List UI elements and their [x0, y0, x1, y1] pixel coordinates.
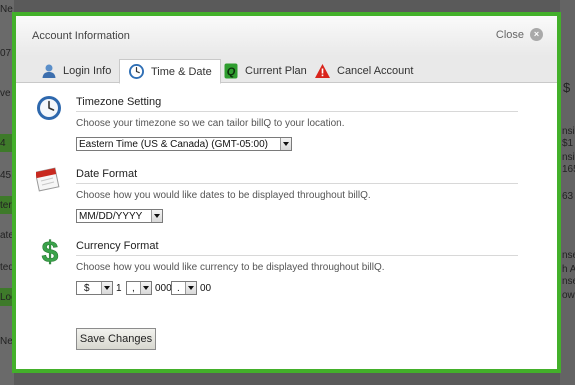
background-text: $: [563, 80, 571, 95]
currency-symbol-select[interactable]: $: [76, 281, 113, 295]
tab-label: Current Plan: [245, 65, 307, 77]
background-right-column: $ nsiv $1 nsiv 165 63 nse h A nse ow: [560, 0, 575, 385]
tab-login-info[interactable]: Login Info: [32, 59, 119, 83]
background-text: 45: [0, 170, 12, 181]
svg-text:$: $: [42, 236, 59, 268]
clock-icon: [128, 63, 145, 80]
background-text: ve: [0, 88, 11, 99]
section-title: Currency Format: [76, 240, 159, 252]
dollar-icon: $: [40, 236, 66, 270]
close-icon[interactable]: ×: [530, 28, 543, 41]
background-text: h A: [562, 264, 575, 275]
background-text: nsiv: [562, 152, 575, 163]
user-icon: [40, 63, 57, 80]
background-text: ter: [0, 200, 12, 211]
currency-sample-cents: 00: [200, 283, 212, 294]
tab-current-plan[interactable]: Q Current Plan: [214, 59, 315, 83]
section-divider: [76, 111, 518, 112]
background-text: 07: [0, 48, 12, 59]
dialog-title: Account Information: [32, 30, 130, 42]
thousands-separator-select[interactable]: ,: [126, 281, 152, 295]
background-text: Ne: [0, 4, 13, 15]
select-value: Eastern Time (US & Canada) (GMT-05:00): [79, 138, 268, 150]
billq-logo-icon: Q: [222, 63, 239, 80]
chevron-down-icon: [151, 210, 162, 222]
currency-sample-thousands: 000: [155, 283, 172, 294]
select-value: $: [84, 282, 90, 294]
select-value: .: [177, 282, 180, 294]
tab-label: Time & Date: [151, 65, 212, 78]
svg-text:Q: Q: [226, 66, 235, 78]
background-text: Ne: [0, 336, 13, 347]
calendar-icon: [34, 166, 62, 194]
decimal-separator-select[interactable]: .: [171, 281, 197, 295]
background-text: $1: [562, 138, 574, 149]
tab-cancel-account[interactable]: Cancel Account: [306, 59, 421, 83]
background-text: ow: [562, 290, 575, 301]
select-value: ,: [132, 282, 135, 294]
section-description: Choose how you would like currency to be…: [76, 262, 385, 273]
background-text: nsiv: [562, 126, 575, 137]
tab-time-date[interactable]: Time & Date: [119, 59, 221, 84]
chevron-down-icon: [185, 282, 196, 294]
tab-label: Cancel Account: [337, 65, 414, 77]
chevron-down-icon: [140, 282, 151, 294]
account-information-dialog: Account Information Close × Login Info T…: [12, 12, 561, 373]
close-label: Close: [495, 28, 524, 41]
section-title: Timezone Setting: [76, 96, 162, 108]
date-format-select[interactable]: MM/DD/YYYY: [76, 209, 163, 223]
chevron-down-icon: [280, 138, 291, 150]
dialog-header: Account Information Close ×: [16, 16, 557, 56]
save-changes-button[interactable]: Save Changes: [76, 328, 156, 350]
background-text: nse: [562, 250, 575, 261]
currency-sample-one: 1: [116, 283, 122, 294]
warning-icon: [314, 63, 331, 80]
section-divider: [76, 255, 518, 256]
close-button[interactable]: Close ×: [496, 28, 543, 41]
tab-label: Login Info: [63, 65, 112, 77]
timezone-select[interactable]: Eastern Time (US & Canada) (GMT-05:00): [76, 137, 292, 151]
background-text: nse: [562, 276, 575, 287]
background-text: 63: [562, 191, 574, 202]
section-divider: [76, 183, 518, 184]
select-value: MM/DD/YYYY: [79, 210, 143, 222]
section-title: Date Format: [76, 168, 138, 180]
section-description: Choose your timezone so we can tailor bi…: [76, 118, 345, 129]
section-description: Choose how you would like dates to be di…: [76, 190, 371, 201]
background-text: 165: [562, 164, 575, 175]
clock-icon: [36, 95, 62, 123]
background-text: 4: [0, 138, 6, 149]
tab-bar: Login Info Time & Date Q Current Plan Ca…: [16, 56, 557, 84]
chevron-down-icon: [101, 282, 112, 294]
